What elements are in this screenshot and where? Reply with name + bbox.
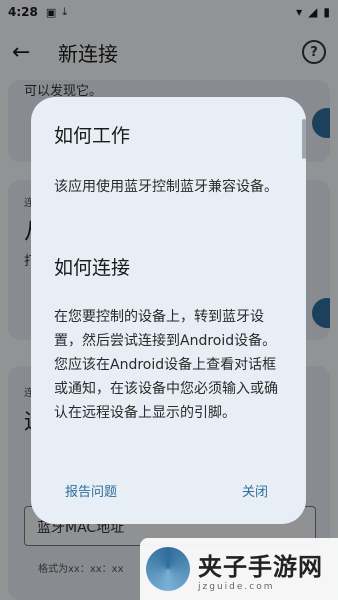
report-issue-button[interactable]: 报告问题 [65, 481, 117, 500]
watermark: 夹子手游网 jzguide.com [140, 538, 338, 600]
dialog-paragraph-how-it-works: 该应用使用蓝牙控制蓝牙兼容设备。 [54, 179, 278, 195]
watermark-title: 夹子手游网 [198, 552, 323, 581]
dialog-paragraph-how-to-connect: 在您要控制的设备上，转到蓝牙设置，然后尝试连接到Android设备。您应该在An… [54, 309, 278, 421]
help-dialog: 如何工作 该应用使用蓝牙控制蓝牙兼容设备。 如何连接 在您要控制的设备上，转到蓝… [31, 97, 306, 524]
dialog-heading-how-to-connect: 如何连接 [54, 257, 131, 279]
dialog-scrollbar[interactable] [302, 119, 306, 159]
watermark-logo-icon [146, 547, 190, 591]
watermark-url: jzguide.com [198, 581, 275, 592]
dialog-heading-how-it-works: 如何工作 [54, 125, 131, 147]
close-button[interactable]: 关闭 [242, 481, 268, 500]
watermark-text: 夹子手游网 jzguide.com [198, 547, 323, 592]
